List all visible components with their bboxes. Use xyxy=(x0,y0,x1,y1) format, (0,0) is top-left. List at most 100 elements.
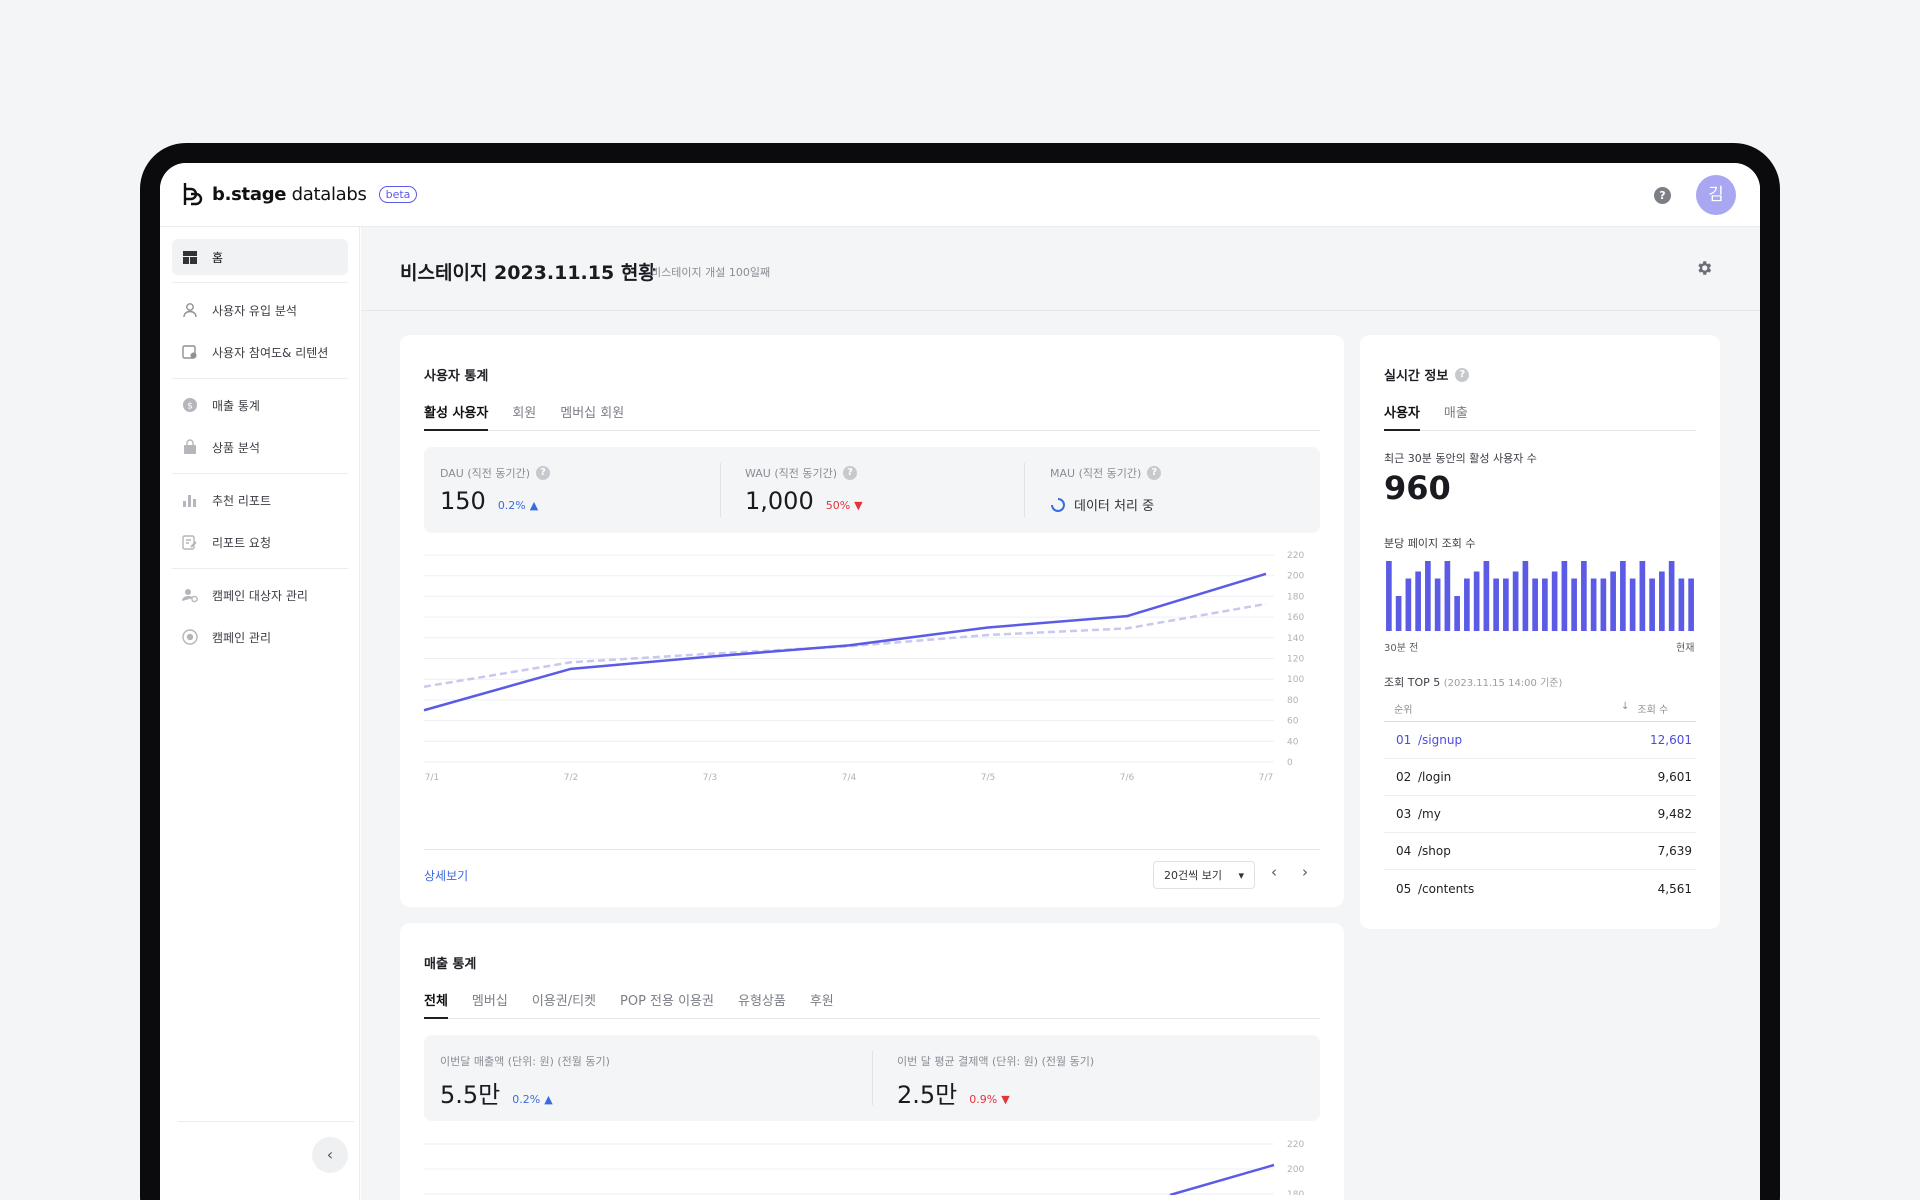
sidebar-item-recommend-report[interactable]: 추천 리포트 xyxy=(172,482,348,518)
beta-badge: beta xyxy=(378,185,418,203)
logo[interactable]: b.stage datalabs beta xyxy=(182,181,418,207)
help-icon[interactable]: ? xyxy=(843,466,858,480)
sidebar-item-label: 캠페인 관리 xyxy=(212,630,272,645)
main-content: 비스테이지 2023.11.15 현황 비스테이지 개설 100일째 사용자 통… xyxy=(361,227,1760,1200)
sales-stats-tabs: 전체 멤버십 이용권/티켓 POP 전용 이용권 유형상품 후원 xyxy=(424,990,1320,1019)
page-size-value: 20건씩 보기 xyxy=(1164,869,1222,882)
sidebar-item-report-request[interactable]: 리포트 요청 xyxy=(172,524,348,560)
tab-realtime-sales[interactable]: 매출 xyxy=(1444,402,1468,430)
table-row[interactable]: 01/signup 12,601 xyxy=(1384,722,1696,759)
sidebar-item-engagement[interactable]: 사용자 참여도& 리텐션 xyxy=(172,334,348,370)
pageview-bar xyxy=(1561,561,1568,631)
help-icon[interactable]: ? xyxy=(536,466,551,480)
table-row[interactable]: 02/login 9,601 xyxy=(1384,759,1696,796)
pageview-bar xyxy=(1464,578,1470,631)
page-size-select[interactable]: 20건씩 보기 ▾ xyxy=(1153,861,1255,889)
count-cell: 7,639 xyxy=(1657,844,1692,858)
user-stats-tabs: 활성 사용자 회원 멤버십 회원 xyxy=(424,402,1320,431)
top5-title-row: 조회 TOP 5 (2023.11.15 14:00 기준) xyxy=(1384,674,1562,690)
user-kpi-box: DAU (직전 동기간)? 150 0.2% ▲ WAU (직전 동기간)? 1,0… xyxy=(424,447,1320,533)
target-icon xyxy=(182,629,198,645)
top-bar: b.stage datalabs beta ? 김 xyxy=(160,163,1760,227)
sort-down-icon: ↓ xyxy=(1621,701,1630,712)
bag-icon xyxy=(182,439,198,455)
pageview-bar xyxy=(1415,571,1421,631)
y-tick-label: 200 xyxy=(1287,572,1304,582)
app-screen: b.stage datalabs beta ? 김 홈 사용자 유입 분석 사용… xyxy=(160,163,1760,1200)
sidebar-divider xyxy=(172,282,348,283)
tab-membership-members[interactable]: 멤버십 회원 xyxy=(560,402,624,430)
sidebar-item-campaign-target[interactable]: 캠페인 대상자 관리 xyxy=(172,577,348,613)
mau-label: MAU (직전 동기간) xyxy=(1050,467,1142,480)
table-row[interactable]: 03/my 9,482 xyxy=(1384,796,1696,833)
tab-tickets[interactable]: 이용권/티켓 xyxy=(532,990,596,1018)
pageview-bar xyxy=(1649,578,1655,631)
page-header: 비스테이지 2023.11.15 현황 비스테이지 개설 100일째 xyxy=(361,227,1760,311)
pageview-bar xyxy=(1512,571,1519,631)
col-rank-header: 순위 xyxy=(1394,705,1413,716)
next-page-button[interactable]: › xyxy=(1302,863,1308,881)
table-row[interactable]: 04/shop 7,639 xyxy=(1384,833,1696,870)
y-tick-label: 220 xyxy=(1287,1140,1304,1150)
sidebar-item-product-analysis[interactable]: 상품 분석 xyxy=(172,429,348,465)
sidebar-collapse-button[interactable]: ‹ xyxy=(312,1137,348,1173)
y-tick-label: 140 xyxy=(1287,634,1304,644)
loading-spinner-icon xyxy=(1051,497,1065,512)
help-icon[interactable]: ? xyxy=(1654,187,1671,204)
page-cell: /shop xyxy=(1418,844,1451,858)
help-icon[interactable]: ? xyxy=(1455,367,1470,382)
y-tick-label: 200 xyxy=(1287,1165,1304,1175)
help-icon[interactable]: ? xyxy=(1147,466,1162,480)
col-count-header[interactable]: ↓ 조회 수 xyxy=(1621,701,1668,716)
sidebar-item-label: 상품 분석 xyxy=(212,440,260,455)
arrow-down-icon: ▼ xyxy=(1001,1093,1010,1106)
top5-note: (2023.11.15 14:00 기준) xyxy=(1443,678,1563,689)
pageview-bar xyxy=(1503,578,1509,631)
pageview-bar xyxy=(1678,578,1685,631)
x-tick-label: 7/3 xyxy=(703,773,717,783)
y-tick-label: 180 xyxy=(1287,592,1304,602)
detail-link[interactable]: 상세보기 xyxy=(424,867,468,884)
axis-end-label: 현재 xyxy=(1676,643,1695,654)
sales-kpi-box: 이번달 매출액 (단위: 원) (전월 동기) 5.5만 0.2% ▲ 이번 달 평… xyxy=(424,1035,1320,1121)
table-row[interactable]: 05/contents 4,561 xyxy=(1384,870,1696,907)
sidebar-item-label: 사용자 유입 분석 xyxy=(212,303,297,318)
avatar[interactable]: 김 xyxy=(1696,175,1736,215)
realtime-tabs: 사용자 매출 xyxy=(1384,402,1696,431)
avg-delta-text: 0.9% xyxy=(969,1093,998,1106)
kpi-divider xyxy=(720,463,721,517)
tab-members[interactable]: 회원 xyxy=(512,402,536,430)
rank-cell: 02 xyxy=(1396,770,1412,784)
prev-page-button[interactable]: ‹ xyxy=(1271,863,1277,881)
avg-payment-value: 2.5만 xyxy=(897,1081,958,1109)
sidebar-item-user-acquisition[interactable]: 사용자 유입 분석 xyxy=(172,292,348,328)
tab-all[interactable]: 전체 xyxy=(424,990,448,1019)
logo-product: datalabs xyxy=(291,183,367,205)
sidebar-item-sales-stats[interactable]: $ 매출 통계 xyxy=(172,387,348,423)
sidebar: 홈 사용자 유입 분석 사용자 참여도& 리텐션 $ 매출 통계 상품 분석 추… xyxy=(160,227,360,1200)
pageview-bar xyxy=(1386,561,1392,631)
avg-payment-label: 이번 달 평균 결제액 (단위: 원) (전월 동기) xyxy=(897,1055,1095,1068)
report-edit-icon xyxy=(182,534,198,550)
tab-pop-pass[interactable]: POP 전용 이용권 xyxy=(620,990,714,1018)
tab-membership[interactable]: 멤버십 xyxy=(472,990,508,1018)
sidebar-item-campaign[interactable]: 캠페인 관리 xyxy=(172,619,348,655)
tab-active-users[interactable]: 활성 사용자 xyxy=(424,402,489,431)
tab-realtime-users[interactable]: 사용자 xyxy=(1384,402,1420,431)
pageview-bar xyxy=(1473,571,1480,631)
y-tick-label: 60 xyxy=(1287,717,1299,727)
tab-physical-goods[interactable]: 유형상품 xyxy=(738,990,786,1018)
mau-status: 데이터 처리 중 xyxy=(1074,499,1155,514)
tab-sponsorship[interactable]: 후원 xyxy=(810,990,834,1018)
page-cell: /contents xyxy=(1418,881,1475,896)
y-tick-label: 180 xyxy=(1287,1190,1304,1195)
gear-icon[interactable] xyxy=(1695,259,1713,277)
rank-cell: 04 xyxy=(1396,844,1412,858)
sales-stats-title: 매출 통계 xyxy=(424,957,477,972)
col-count-label: 조회 수 xyxy=(1637,705,1669,716)
y-tick-label: 220 xyxy=(1287,551,1304,561)
sidebar-item-home[interactable]: 홈 xyxy=(172,239,348,275)
pageview-bar xyxy=(1522,561,1529,631)
y-tick-label: 0 xyxy=(1287,758,1293,768)
x-tick-label: 7/5 xyxy=(981,773,995,783)
